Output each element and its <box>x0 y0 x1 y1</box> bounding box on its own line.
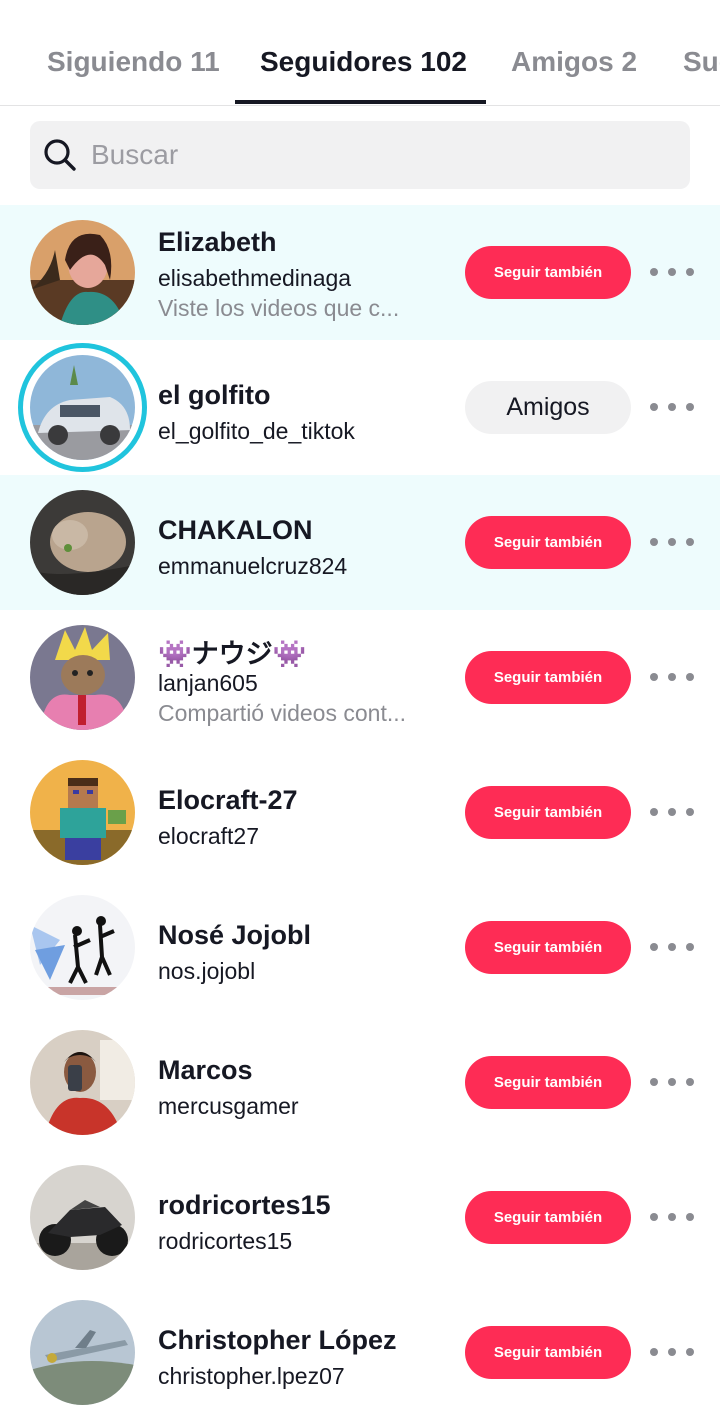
follower-name: Nosé Jojobl <box>158 920 312 950</box>
tab-friends[interactable]: Amigos 2 <box>511 46 637 78</box>
follower-handle: mercusgamer <box>158 1093 299 1119</box>
more-options-icon[interactable] <box>650 800 694 824</box>
follower-name: CHAKALON <box>158 515 313 545</box>
list-item[interactable]: el golfito el_golfito_de_tiktok Amigos <box>0 340 720 475</box>
more-options-icon[interactable] <box>650 935 694 959</box>
more-options-icon[interactable] <box>650 1340 694 1364</box>
avatar[interactable] <box>30 220 135 325</box>
follower-handle: christopher.lpez07 <box>158 1363 345 1389</box>
search-input[interactable] <box>91 121 671 189</box>
avatar[interactable] <box>30 625 135 730</box>
follower-name: rodricortes15 <box>158 1190 331 1220</box>
tab-bar: Siguiendo 11 Seguidores 102 Amigos 2 Sug <box>0 0 720 106</box>
friends-button[interactable]: Amigos <box>465 381 631 434</box>
avatar[interactable] <box>30 1300 135 1405</box>
follower-name: 👾ナウジ👾 <box>158 639 307 669</box>
tab-suggested[interactable]: Sug <box>683 46 720 78</box>
follow-back-button[interactable]: Seguir también <box>465 1056 631 1109</box>
follower-handle: nos.jojobl <box>158 958 256 984</box>
avatar[interactable] <box>30 1030 135 1135</box>
tab-followers[interactable]: Seguidores 102 <box>260 46 467 78</box>
list-item[interactable]: Elizabeth elisabethmedinaga Viste los vi… <box>0 205 720 340</box>
list-item[interactable]: Elocraft-27 elocraft27 Seguir también <box>0 745 720 880</box>
more-options-icon[interactable] <box>650 1070 694 1094</box>
follower-name: Marcos <box>158 1055 253 1085</box>
more-options-icon[interactable] <box>650 260 694 284</box>
follower-name: Elocraft-27 <box>158 785 298 815</box>
search-icon <box>44 139 76 171</box>
follower-name: Elizabeth <box>158 227 277 257</box>
follower-handle: el_golfito_de_tiktok <box>158 418 355 444</box>
follower-handle: rodricortes15 <box>158 1228 293 1254</box>
follower-name: el golfito <box>158 380 271 410</box>
more-options-icon[interactable] <box>650 530 694 554</box>
more-options-icon[interactable] <box>650 665 694 689</box>
follower-activity: Viste los videos que c... <box>158 295 400 321</box>
follower-handle: emmanuelcruz824 <box>158 553 348 579</box>
avatar[interactable] <box>30 760 135 865</box>
avatar[interactable] <box>30 895 135 1000</box>
more-options-icon[interactable] <box>650 395 694 419</box>
follower-activity: Compartió videos cont... <box>158 700 407 726</box>
search-bar[interactable] <box>30 121 690 189</box>
follower-name: Christopher López <box>158 1325 397 1355</box>
follower-handle: elisabethmedinaga <box>158 265 352 291</box>
avatar[interactable] <box>30 1165 135 1270</box>
active-tab-indicator <box>235 100 486 104</box>
list-item[interactable]: Christopher López christopher.lpez07 Seg… <box>0 1285 720 1420</box>
follow-back-button[interactable]: Seguir también <box>465 246 631 299</box>
follower-handle: lanjan605 <box>158 670 258 696</box>
avatar[interactable] <box>30 490 135 595</box>
list-item[interactable]: 👾ナウジ👾 lanjan605 Compartió videos cont...… <box>0 610 720 745</box>
follow-back-button[interactable]: Seguir también <box>465 921 631 974</box>
tab-following[interactable]: Siguiendo 11 <box>47 46 220 78</box>
list-item[interactable]: CHAKALON emmanuelcruz824 Seguir también <box>0 475 720 610</box>
follow-back-button[interactable]: Seguir también <box>465 1326 631 1379</box>
more-options-icon[interactable] <box>650 1205 694 1229</box>
avatar[interactable] <box>30 355 135 460</box>
list-item[interactable]: rodricortes15 rodricortes15 Seguir tambi… <box>0 1150 720 1285</box>
list-item[interactable]: Marcos mercusgamer Seguir también <box>0 1015 720 1150</box>
follow-back-button[interactable]: Seguir también <box>465 1191 631 1244</box>
follower-handle: elocraft27 <box>158 823 260 849</box>
list-item[interactable]: Nosé Jojobl nos.jojobl Seguir también <box>0 880 720 1015</box>
follow-back-button[interactable]: Seguir también <box>465 651 631 704</box>
follow-back-button[interactable]: Seguir también <box>465 516 631 569</box>
follow-back-button[interactable]: Seguir también <box>465 786 631 839</box>
